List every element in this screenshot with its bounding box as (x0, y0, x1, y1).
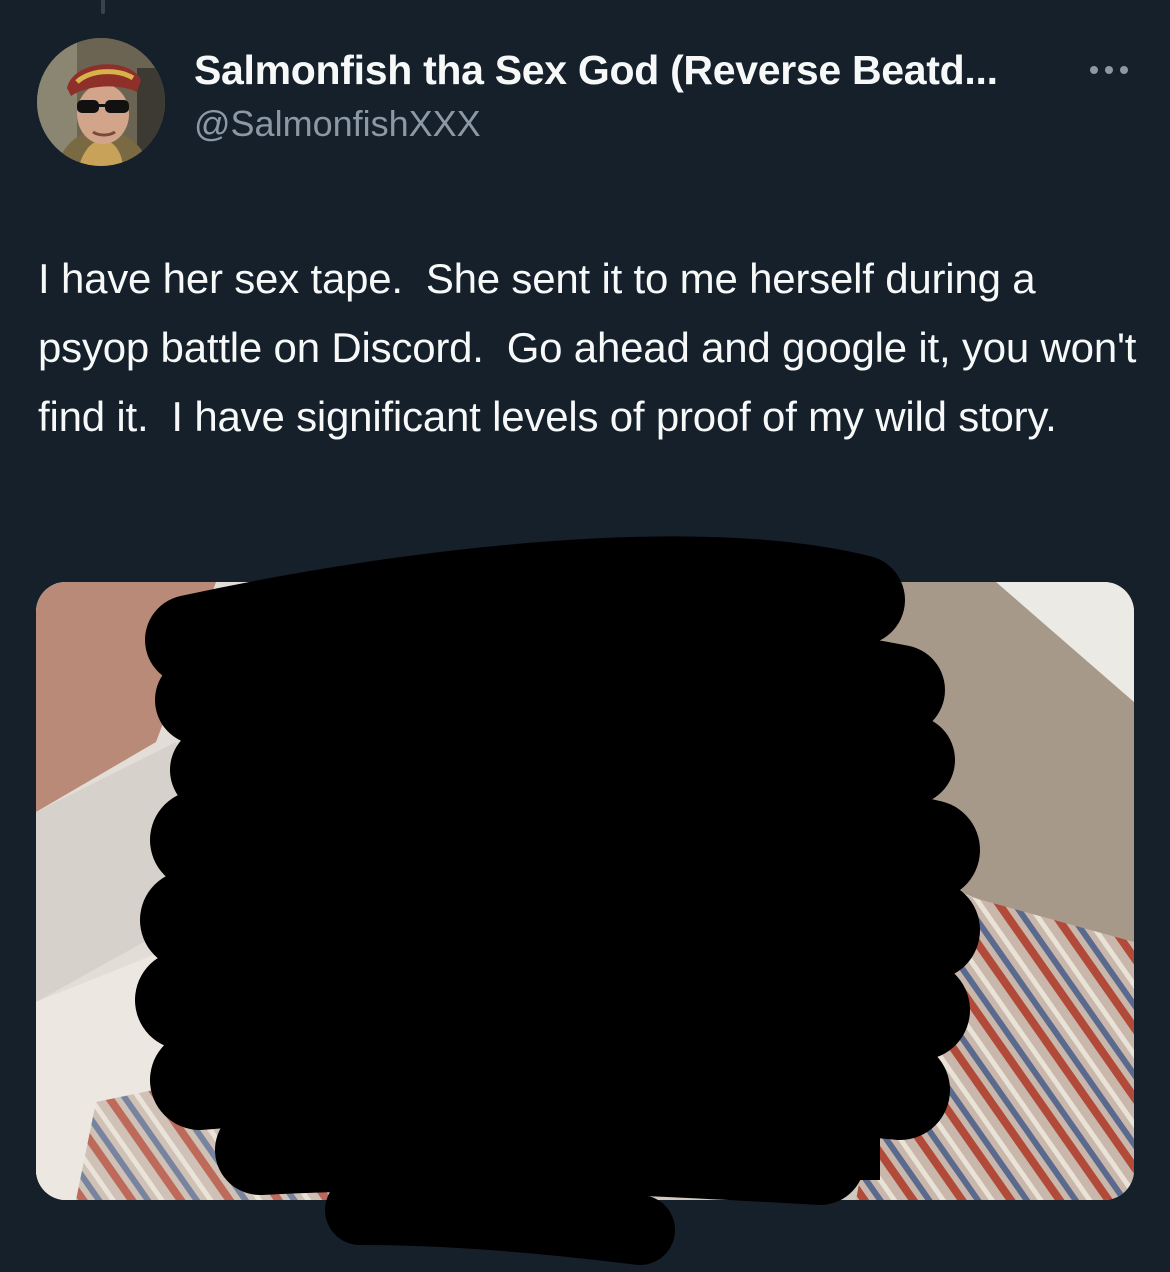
redacted-photo-image (36, 582, 1134, 1200)
user-photo-avatar-icon (37, 38, 165, 166)
thread-connector-line (101, 0, 105, 14)
more-horizontal-icon (1090, 66, 1128, 74)
author-handle[interactable]: @SalmonfishXXX (194, 100, 481, 148)
author-display-name[interactable]: Salmonfish tha Sex God (Reverse Beatd... (194, 44, 1074, 96)
more-options-button[interactable] (1082, 52, 1136, 88)
tweet-text: I have her sex tape. She sent it to me h… (38, 255, 1148, 440)
tweet-media-photo[interactable] (36, 582, 1134, 1200)
author-avatar[interactable] (37, 38, 165, 166)
